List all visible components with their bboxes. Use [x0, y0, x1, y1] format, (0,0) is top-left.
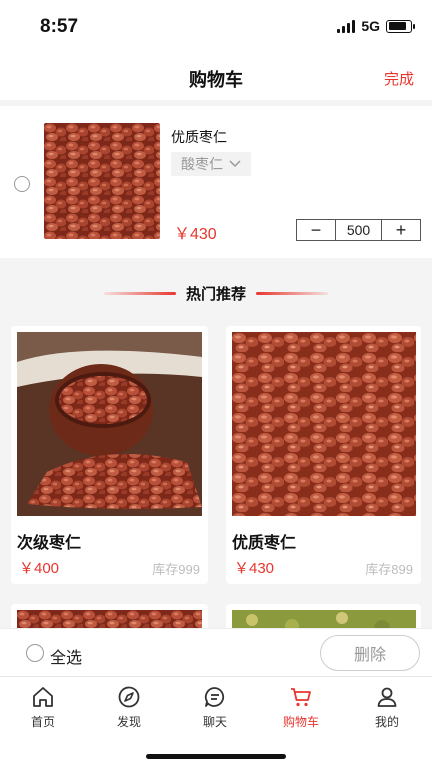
- quantity-value[interactable]: 500: [335, 220, 382, 240]
- product-price: ￥400: [19, 560, 60, 577]
- tab-chat[interactable]: 聊天: [172, 685, 258, 730]
- user-icon: [377, 687, 397, 707]
- page-title: 购物车: [189, 70, 243, 90]
- select-all-label[interactable]: 全选: [50, 644, 82, 668]
- tab-profile[interactable]: 我的: [344, 685, 430, 730]
- nav-bar: 购物车 完成: [0, 56, 432, 100]
- compass-icon: [118, 686, 140, 708]
- decrease-button[interactable]: −: [297, 220, 335, 240]
- signal-icon: [337, 19, 356, 33]
- home-icon: [33, 687, 53, 707]
- network-type: 5G: [361, 18, 380, 34]
- cart-item-checkbox[interactable]: [14, 176, 30, 192]
- tab-cart[interactable]: 购物车: [258, 685, 344, 730]
- tab-label: 发现: [116, 715, 141, 729]
- tab-home[interactable]: 首页: [0, 685, 86, 730]
- select-bar: 全选 删除: [0, 628, 432, 676]
- done-button[interactable]: 完成: [384, 68, 414, 89]
- product-image: [232, 332, 416, 516]
- quantity-stepper: − 500 +: [296, 219, 421, 241]
- spec-selector[interactable]: 酸枣仁: [171, 152, 251, 176]
- tab-label: 我的: [374, 715, 399, 729]
- cart-item-price: ￥430: [174, 226, 217, 243]
- increase-button[interactable]: +: [382, 220, 420, 240]
- cart-item: 优质枣仁 酸枣仁 ￥430 − 500 +: [0, 106, 432, 258]
- select-all-checkbox[interactable]: [26, 644, 44, 662]
- product-name: 次级枣仁: [17, 535, 82, 552]
- tab-discover[interactable]: 发现: [86, 685, 172, 730]
- spec-label: 酸枣仁: [181, 156, 223, 172]
- product-stock: 库存899: [365, 562, 413, 577]
- recommend-title: 热门推荐: [185, 286, 246, 303]
- product-card[interactable]: 次级枣仁 ￥400 库存999: [11, 326, 208, 584]
- battery-icon: [386, 19, 415, 33]
- product-price: ￥430: [234, 560, 275, 577]
- cart-item-name: 优质枣仁: [171, 129, 227, 145]
- cart-icon: [291, 688, 311, 707]
- tab-label: 首页: [30, 715, 55, 729]
- tab-label: 聊天: [202, 715, 227, 729]
- status-indicators: 5G: [337, 18, 415, 34]
- product-image: [17, 332, 202, 516]
- delete-button[interactable]: 删除: [320, 635, 420, 671]
- home-indicator: [146, 754, 286, 759]
- product-stock: 库存999: [152, 562, 200, 577]
- status-bar: 8:57 5G: [0, 0, 432, 56]
- product-name: 优质枣仁: [232, 535, 297, 552]
- chat-icon: [204, 687, 225, 707]
- status-time: 8:57: [40, 16, 79, 37]
- tab-label: 购物车: [282, 715, 319, 729]
- divider-right: [256, 292, 328, 295]
- cart-item-image: [44, 123, 160, 239]
- product-card[interactable]: 优质枣仁 ￥430 库存899: [226, 326, 421, 584]
- recommend-header: 热门推荐: [0, 278, 432, 308]
- chevron-down-icon: [229, 160, 241, 168]
